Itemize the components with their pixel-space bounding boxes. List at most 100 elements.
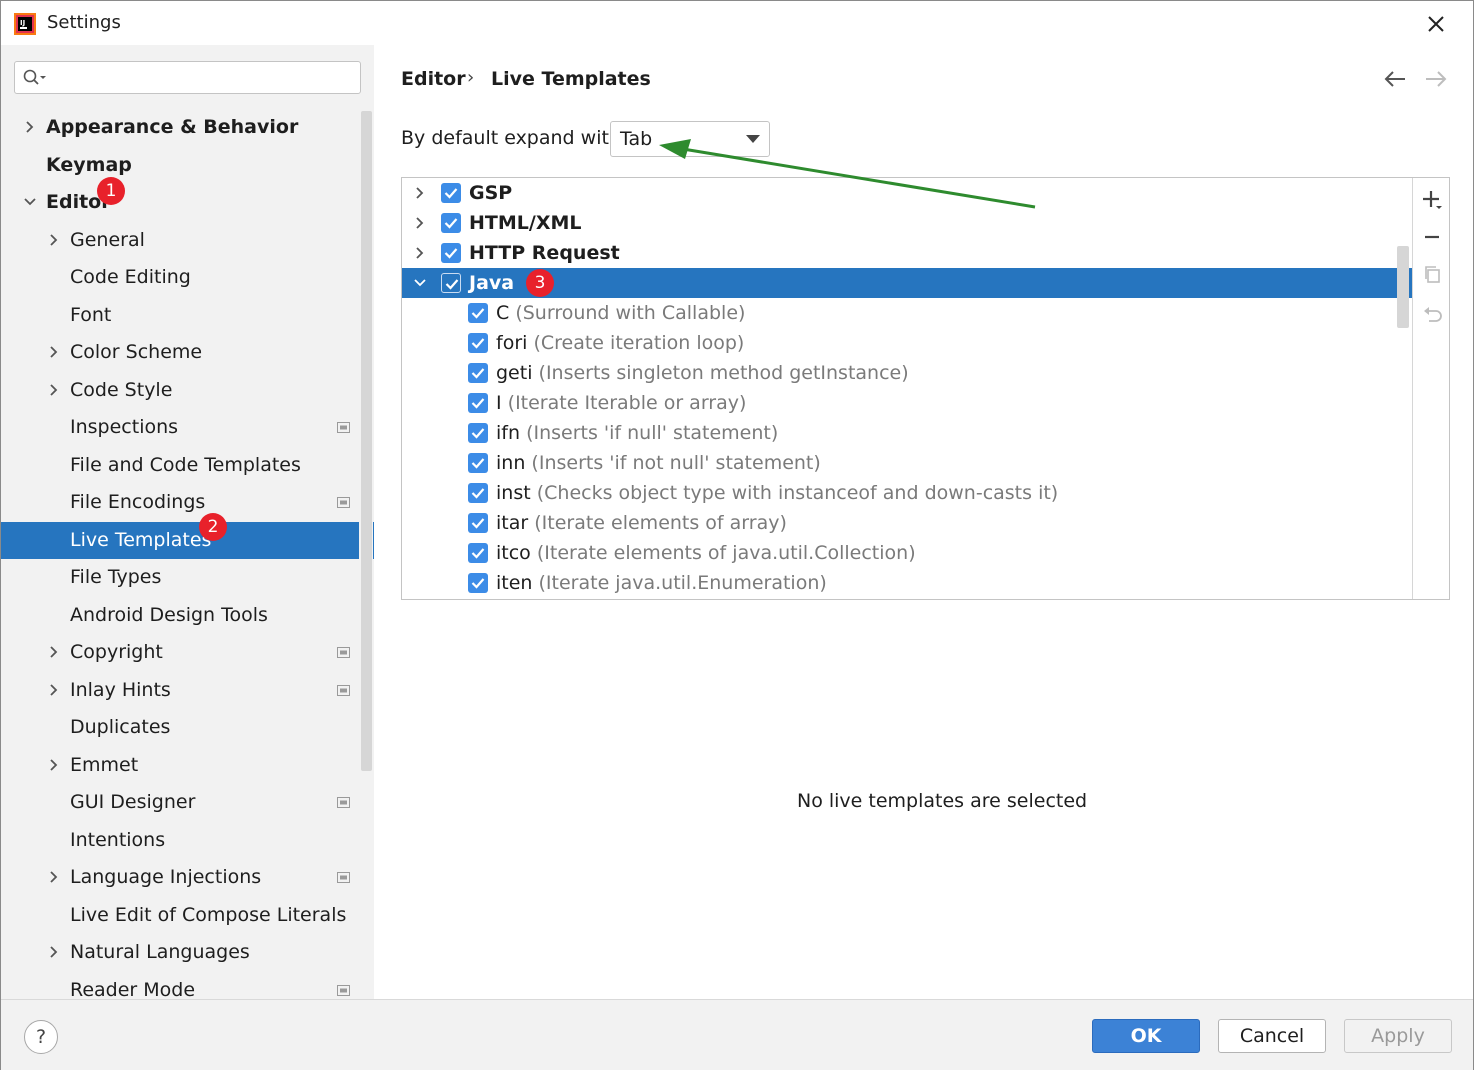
chevron-right-icon[interactable] xyxy=(47,383,61,397)
template-checkbox[interactable] xyxy=(441,183,461,203)
checkmark-icon xyxy=(471,458,485,469)
sidebar-item-emmet[interactable]: Emmet xyxy=(1,747,374,784)
template-group-html-xml[interactable]: HTML/XML xyxy=(402,208,1412,238)
sidebar-item-editor[interactable]: Editor 1 xyxy=(1,177,374,221)
template-checkbox[interactable] xyxy=(441,213,461,233)
copy-icon[interactable] xyxy=(1422,264,1444,286)
chevron-down-icon[interactable] xyxy=(23,195,37,209)
chevron-right-icon[interactable] xyxy=(47,233,61,247)
plus-icon[interactable] xyxy=(1422,189,1444,211)
chevron-right-icon[interactable] xyxy=(47,758,61,772)
tree-scrollbar-thumb[interactable] xyxy=(361,111,372,771)
search-icon[interactable] xyxy=(23,69,47,87)
chevron-right-icon[interactable] xyxy=(47,870,61,884)
template-name: HTML/XML xyxy=(469,212,582,234)
template-checkbox[interactable] xyxy=(468,423,488,443)
template-group-gsp[interactable]: GSP xyxy=(402,178,1412,208)
template-item[interactable]: C (Surround with Callable) xyxy=(402,298,1412,328)
sidebar-item-font[interactable]: Font xyxy=(1,297,374,334)
search-input[interactable] xyxy=(14,61,361,94)
sidebar-item-live-templates[interactable]: Live Templates 2 xyxy=(1,513,374,559)
project-scope-icon xyxy=(337,985,350,996)
sidebar-item-code-editing[interactable]: Code Editing xyxy=(1,259,374,296)
sidebar-item-duplicates[interactable]: Duplicates xyxy=(1,709,374,746)
sidebar-item-file-types[interactable]: File Types xyxy=(1,559,374,596)
template-checkbox[interactable] xyxy=(468,303,488,323)
template-group-java[interactable]: Java 3 xyxy=(402,268,1412,298)
sidebar-item-inlay-hints[interactable]: Inlay Hints xyxy=(1,672,374,709)
template-item[interactable]: itar (Iterate elements of array) xyxy=(402,508,1412,538)
template-item[interactable]: geti (Inserts singleton method getInstan… xyxy=(402,358,1412,388)
chevron-right-icon[interactable] xyxy=(413,216,427,230)
template-item[interactable]: iten (Iterate java.util.Enumeration) xyxy=(402,568,1412,598)
chevron-down-icon[interactable] xyxy=(413,276,427,290)
template-item[interactable]: ifn (Inserts 'if null' statement) xyxy=(402,418,1412,448)
sidebar-item-label: Inlay Hints xyxy=(70,679,171,701)
sidebar-item-inspections[interactable]: Inspections xyxy=(1,409,374,446)
sidebar-item-language-injections[interactable]: Language Injections xyxy=(1,859,374,896)
template-item[interactable]: inn (Inserts 'if not null' statement) xyxy=(402,448,1412,478)
sidebar-item-code-style[interactable]: Code Style xyxy=(1,372,374,409)
template-checkbox[interactable] xyxy=(468,333,488,353)
sidebar-item-general[interactable]: General xyxy=(1,222,374,259)
sidebar-item-copyright[interactable]: Copyright xyxy=(1,634,374,671)
sidebar-item-label: Font xyxy=(70,304,112,326)
template-name: Java xyxy=(469,272,515,294)
sidebar-item-intentions[interactable]: Intentions xyxy=(1,822,374,859)
template-checkbox[interactable] xyxy=(441,273,461,293)
forward-arrow-icon[interactable] xyxy=(1424,69,1448,89)
template-checkbox[interactable] xyxy=(468,363,488,383)
template-name: fori xyxy=(496,332,528,354)
checkmark-icon xyxy=(471,578,485,589)
template-checkbox[interactable] xyxy=(468,393,488,413)
template-name: inn xyxy=(496,452,526,474)
template-item[interactable]: itco (Iterate elements of java.util.Coll… xyxy=(402,538,1412,568)
sidebar-item-natural-languages[interactable]: Natural Languages xyxy=(1,934,374,971)
template-description: (Iterate java.util.Enumeration) xyxy=(538,572,827,594)
checkmark-icon xyxy=(444,248,458,259)
help-button[interactable]: ? xyxy=(24,1020,58,1054)
template-name-wrapper: itar (Iterate elements of array) xyxy=(496,508,787,538)
checkmark-icon xyxy=(471,518,485,529)
template-checkbox[interactable] xyxy=(468,453,488,473)
template-checkbox[interactable] xyxy=(468,513,488,533)
template-checkbox[interactable] xyxy=(468,543,488,563)
templates-scrollbar-thumb[interactable] xyxy=(1397,246,1409,328)
template-description: (Inserts singleton method getInstance) xyxy=(538,362,909,384)
template-checkbox[interactable] xyxy=(468,573,488,593)
template-checkbox[interactable] xyxy=(441,243,461,263)
sidebar-item-keymap[interactable]: Keymap xyxy=(1,147,374,184)
sidebar-item-label: File Encodings xyxy=(70,491,206,513)
cancel-button[interactable]: Cancel xyxy=(1218,1019,1326,1053)
template-checkbox[interactable] xyxy=(468,483,488,503)
sidebar-item-color-scheme[interactable]: Color Scheme xyxy=(1,334,374,371)
minus-icon[interactable] xyxy=(1422,226,1444,248)
sidebar-item-file-and-code-templates[interactable]: File and Code Templates xyxy=(1,447,374,484)
chevron-right-icon[interactable] xyxy=(47,645,61,659)
expand-with-dropdown[interactable]: Tab xyxy=(610,121,770,157)
chevron-right-icon[interactable] xyxy=(23,120,37,134)
chevron-right-icon[interactable] xyxy=(47,945,61,959)
sidebar-item-label: Language Injections xyxy=(70,866,262,888)
sidebar-item-android-design-tools[interactable]: Android Design Tools xyxy=(1,597,374,634)
sidebar-item-gui-designer[interactable]: GUI Designer xyxy=(1,784,374,821)
undo-icon[interactable] xyxy=(1422,304,1444,326)
checkmark-icon xyxy=(471,488,485,499)
chevron-right-icon[interactable] xyxy=(413,246,427,260)
chevron-right-icon[interactable] xyxy=(47,345,61,359)
template-group-http-request[interactable]: HTTP Request xyxy=(402,238,1412,268)
sidebar-item-label: Intentions xyxy=(70,829,166,851)
template-item[interactable]: inst (Checks object type with instanceof… xyxy=(402,478,1412,508)
sidebar-item-live-edit-of-compose-literals[interactable]: Live Edit of Compose Literals xyxy=(1,897,374,934)
breadcrumb-parent[interactable]: Editor xyxy=(401,68,466,90)
close-icon[interactable] xyxy=(1421,9,1451,39)
ok-button[interactable]: OK xyxy=(1092,1019,1200,1053)
template-item[interactable]: fori (Create iteration loop) xyxy=(402,328,1412,358)
sidebar-item-appearance-behavior[interactable]: Appearance & Behavior xyxy=(1,109,374,146)
template-item[interactable]: I (Iterate Iterable or array) xyxy=(402,388,1412,418)
chevron-right-icon[interactable] xyxy=(413,186,427,200)
back-arrow-icon[interactable] xyxy=(1383,69,1407,89)
apply-button[interactable]: Apply xyxy=(1344,1019,1452,1053)
chevron-right-icon[interactable] xyxy=(47,683,61,697)
sidebar-item-file-encodings[interactable]: File Encodings xyxy=(1,484,374,521)
